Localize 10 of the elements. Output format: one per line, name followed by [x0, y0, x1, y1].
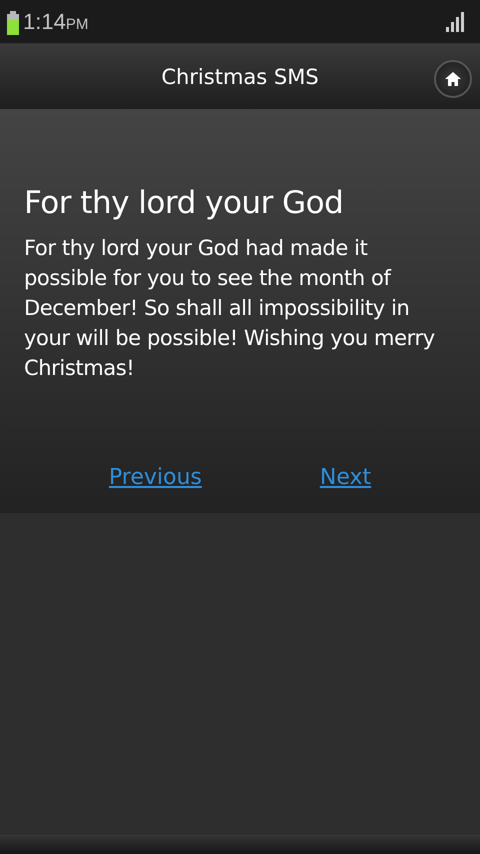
next-link[interactable]: Next: [320, 465, 372, 490]
previous-link[interactable]: Previous: [108, 465, 202, 490]
battery-icon: [7, 10, 19, 34]
clock: 1:14PM: [23, 8, 88, 34]
message-text: For thy lord your God had made it possible for you to see the month of December! So shall all impossibility in your will be possible! Wishing you merry Christmas!: [24, 235, 436, 382]
app-title: Christmas SMS: [161, 64, 319, 88]
message-title: For thy lord your God: [24, 184, 344, 223]
signal-icon: [446, 12, 466, 32]
home-icon: [445, 72, 461, 86]
home-button[interactable]: [434, 60, 472, 98]
